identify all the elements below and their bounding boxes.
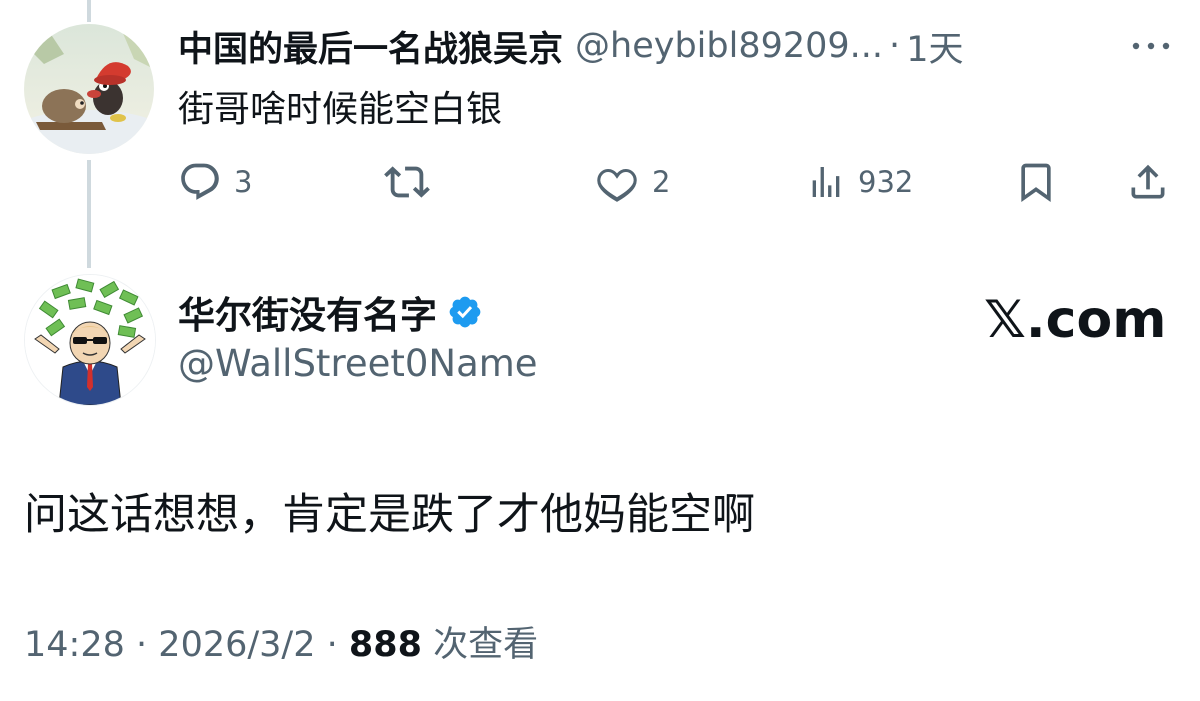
main-author-name[interactable]: 华尔街没有名字 <box>178 285 437 339</box>
tweet-date[interactable]: 2026/3/2 <box>158 625 315 665</box>
reply-avatar-image <box>24 24 154 154</box>
like-button[interactable]: 2 <box>594 160 670 204</box>
like-count: 2 <box>652 165 671 199</box>
retweet-button[interactable] <box>384 160 430 204</box>
views-count: 932 <box>858 165 914 199</box>
reply-author-avatar[interactable] <box>24 24 154 154</box>
reply-count: 3 <box>234 165 253 199</box>
x-brand-watermark: 𝕏.com <box>984 290 1167 350</box>
main-author-avatar[interactable] <box>24 274 156 406</box>
reply-button[interactable]: 3 <box>178 160 252 204</box>
more-dots-icon[interactable] <box>1130 36 1172 56</box>
main-avatar-image <box>25 275 155 405</box>
tweet-meta: 14:28 · 2026/3/2 · 888 次查看 <box>24 616 538 667</box>
bookmark-icon <box>1021 163 1051 203</box>
share-button[interactable] <box>1126 160 1170 204</box>
main-author-row: 华尔街没有名字 <box>178 286 483 338</box>
share-icon <box>1131 164 1165 199</box>
thread-connector-top <box>87 0 91 22</box>
reply-text: 街哥啥时候能空白银 <box>178 89 503 130</box>
reply-author-handle[interactable]: @heybibl89209... <box>575 26 883 66</box>
tweet-views-count[interactable]: 888 <box>349 625 422 665</box>
thread-connector <box>87 160 91 268</box>
retweet-icon <box>384 166 430 198</box>
meta-separator: · <box>326 625 338 665</box>
meta-separator: · <box>136 625 148 665</box>
tweet-time[interactable]: 14:28 <box>24 625 125 665</box>
views-button[interactable]: 932 <box>806 160 913 204</box>
views-chart-icon <box>812 167 840 197</box>
reply-icon <box>181 163 219 200</box>
reply-timestamp[interactable]: 1天 <box>906 21 963 72</box>
reply-header: 中国的最后一名战狼吴京 @heybibl89209... · 1天 <box>178 20 1178 72</box>
tweet-views-label: 次查看 <box>433 625 539 665</box>
reply-separator: · <box>889 26 901 66</box>
heart-icon <box>597 168 637 202</box>
main-tweet-text: 问这话想想，肯定是跌了才他妈能空啊 <box>24 490 755 540</box>
reply-author-name[interactable]: 中国的最后一名战狼吴京 <box>178 21 563 72</box>
main-author-handle[interactable]: @WallStreet0Name <box>178 342 538 385</box>
bookmark-button[interactable] <box>1014 160 1058 204</box>
verified-badge-icon[interactable] <box>447 294 483 330</box>
